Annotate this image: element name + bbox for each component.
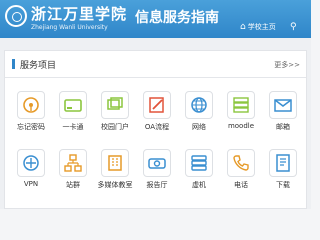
service-label: 邮箱 — [276, 123, 290, 131]
building-icon — [101, 149, 129, 177]
service-network[interactable]: 网络 — [179, 91, 219, 141]
school-home-link[interactable]: ⌂ 学校主页 — [240, 22, 276, 32]
mail-icon — [269, 91, 297, 119]
server-list-icon — [227, 91, 255, 119]
pen-document-icon — [143, 91, 171, 119]
service-campus-portal[interactable]: 校园门户 — [95, 91, 135, 141]
service-telephone[interactable]: 电话 — [221, 149, 261, 199]
service-vpn[interactable]: VPN — [11, 149, 51, 199]
service-download[interactable]: 下载 — [263, 149, 303, 199]
services-header: 服务项目 更多>> — [5, 51, 306, 78]
portal-icon — [101, 91, 129, 119]
university-name-en: Zhejiang Wanli University — [31, 24, 108, 31]
phone-icon — [227, 149, 255, 177]
university-name: 浙江万里学院 — [31, 5, 128, 23]
service-moodle[interactable]: moodle — [221, 91, 261, 141]
service-site-cluster[interactable]: 站群 — [53, 149, 93, 199]
search-icon[interactable]: ⚲ — [290, 22, 297, 32]
service-campus-card[interactable]: 一卡通 — [53, 91, 93, 141]
header: 浙江万里学院 Zhejiang Wanli University 信息服务指南 … — [0, 0, 311, 38]
service-mailbox[interactable]: 邮箱 — [263, 91, 303, 141]
card-icon — [59, 91, 87, 119]
school-home-label: 学校主页 — [247, 23, 276, 31]
service-multimedia-classroom[interactable]: 多媒体教室 — [95, 149, 135, 199]
vpn-icon — [17, 149, 45, 177]
globe-icon — [185, 91, 213, 119]
service-oa-workflow[interactable]: OA流程 — [137, 91, 177, 141]
more-link[interactable]: 更多>> — [274, 60, 300, 70]
service-label: 下载 — [276, 181, 290, 189]
page-title: 信息服务指南 — [135, 10, 219, 26]
key-icon — [17, 91, 45, 119]
home-icon: ⌂ — [240, 22, 246, 32]
university-seal-icon — [5, 5, 27, 27]
service-forgot-password[interactable]: 忘记密码 — [11, 91, 51, 141]
service-lecture-hall[interactable]: 报告厅 — [137, 149, 177, 199]
download-icon — [269, 149, 297, 177]
projector-icon — [143, 149, 171, 177]
section-title: 服务项目 — [20, 61, 57, 71]
services-panel: 服务项目 更多>> 忘记密码 一卡通 校园门户 OA流程 网络 moodle 邮… — [4, 50, 307, 209]
site-cluster-icon — [59, 149, 87, 177]
virtual-machine-icon — [185, 149, 213, 177]
service-virtual-machine[interactable]: 虚机 — [179, 149, 219, 199]
